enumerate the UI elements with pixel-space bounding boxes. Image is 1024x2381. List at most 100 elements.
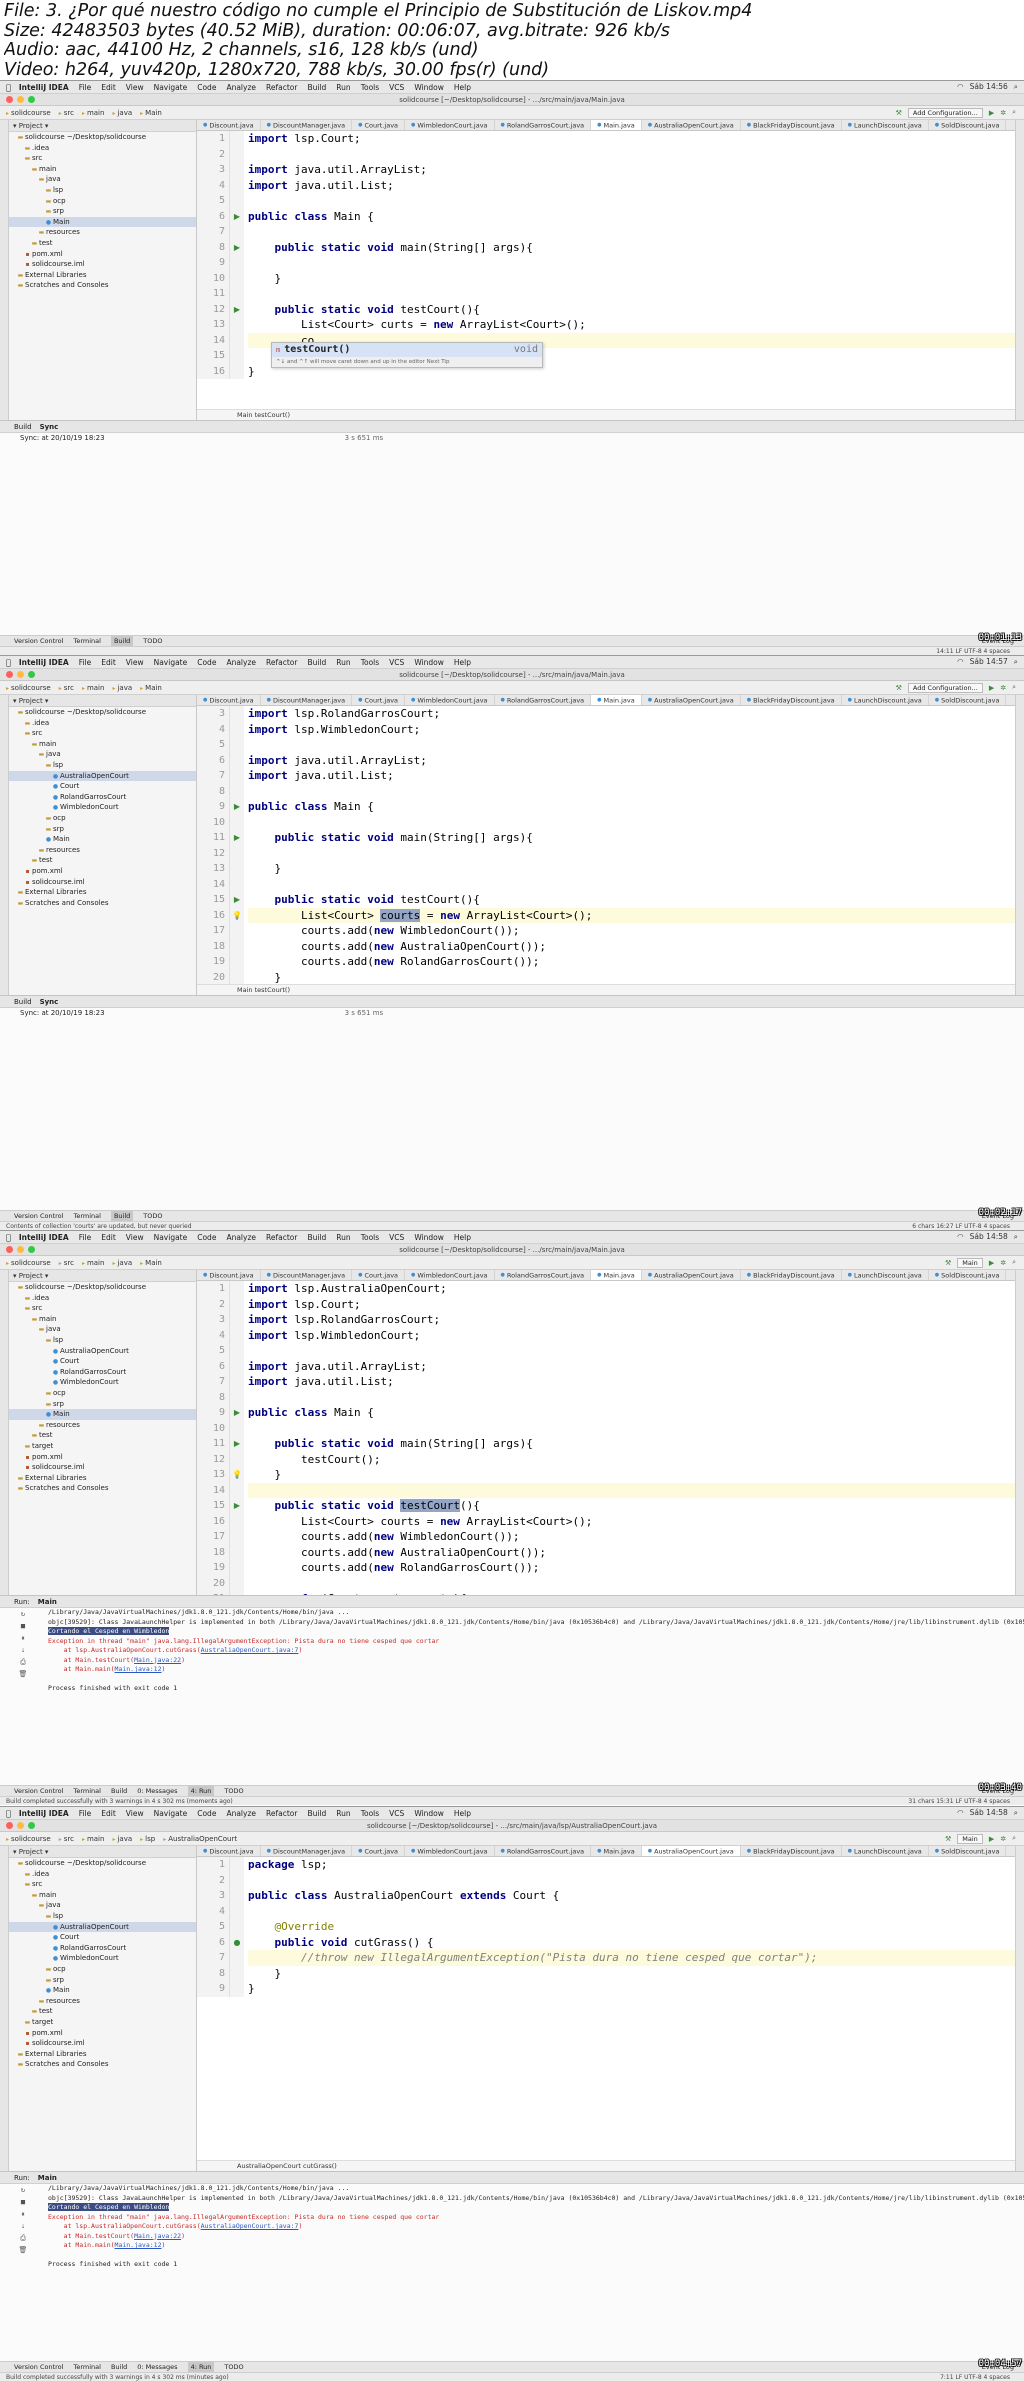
menu-item[interactable]: Run [336,1233,350,1242]
tool-window-button[interactable]: Version Control [14,1211,63,1221]
bottom-panel-tab[interactable]: Sync [40,421,59,432]
menu-item[interactable]: Build [307,658,326,667]
app-menu[interactable]: IntelliJ IDEA [19,1233,69,1242]
menu-item[interactable]: Tools [361,1809,379,1818]
project-tree-item[interactable]: ▬ srp [9,824,196,835]
editor-tab[interactable]: LaunchDiscount.java [842,1846,929,1856]
editor-tab[interactable]: Main.java [591,120,642,130]
nav-breadcrumb[interactable]: src [59,684,74,692]
project-tree-item[interactable]: ● WimbledonCourt [9,1377,196,1388]
tool-window-button[interactable]: TODO [224,2362,243,2372]
editor-tab[interactable]: AustraliaOpenCourt.java [641,1846,741,1856]
bottom-panel-tab[interactable]: Main [38,1596,57,1607]
console-line[interactable]: /Library/Java/JavaVirtualMachines/jdk1.8… [48,1608,1024,1618]
menu-item[interactable]: Code [197,658,216,667]
editor-tab[interactable]: WimbledonCourt.java [405,1846,495,1856]
project-tree-item[interactable]: ● AustraliaOpenCourt [9,770,196,782]
code-line[interactable] [248,846,1024,862]
code-line[interactable] [248,286,1024,302]
editor-tab[interactable]: AustraliaOpenCourt.java [642,1270,741,1280]
project-tree-item[interactable]: ▬ src [9,153,196,164]
code-editor[interactable]: 1 2 3 4 5 6 7 8 9 ● package lsp; public class Austr… [197,1857,1024,1997]
print-icon[interactable]: ⎙ [9,1656,37,1668]
run-console[interactable]: ↻ ■ ⏸ ⇣ ⎙ 🗑 /Library/Java/JavaVirtualMachines/… [0,2184,1024,2270]
code-editor[interactable]: 123456789101112131415161718192021▶▶💡▶imp… [197,1281,1024,1595]
editor-breadcrumb[interactable]: Main testCourt() [197,984,1015,995]
editor-tab[interactable]: WimbledonCourt.java [405,695,495,705]
autocomplete-item[interactable]: m testCourt() void [272,343,542,357]
project-panel-title[interactable]: ▾ Project ▾ [13,697,48,705]
code-line[interactable] [248,1343,1024,1359]
project-tree-item[interactable]: ▪ solidcourse.iml [9,2038,196,2049]
console-line[interactable]: Cortando el Cesped en Wimbledon [48,2203,1024,2213]
project-tree-item[interactable]: ▬ srp [9,1975,196,1986]
project-tree-item[interactable]: ▬ Scratches and Consoles [9,2059,196,2070]
code-line[interactable]: import java.util.List; [248,768,1024,784]
project-tree-item[interactable]: ● WimbledonCourt [9,1953,196,1964]
nav-breadcrumb[interactable]: src [59,1835,74,1843]
console-line[interactable] [48,2251,1024,2261]
code-line[interactable] [248,877,1024,893]
menu-item[interactable]: Build [307,1233,326,1242]
editor-breadcrumb[interactable]: Main testCourt() [197,409,1015,420]
project-tree-item[interactable]: ▬ java [9,1324,196,1335]
code-line[interactable] [248,737,1024,753]
search-everywhere-icon[interactable]: ⌕ [1012,108,1016,117]
menu-item[interactable]: Help [454,83,471,92]
project-tree-item[interactable]: ▬ lsp [9,185,196,196]
run-gutter-icon[interactable]: ▶ [230,799,244,815]
code-line[interactable] [248,815,1024,831]
project-tree-item[interactable]: ▬ .idea [9,718,196,729]
editor-tab[interactable]: RolandGarrosCourt.java [495,1846,592,1856]
run-configuration-dropdown[interactable]: Main [957,1833,983,1844]
project-tree-item[interactable]: ▬ solidcourse ~/Desktop/solidcourse [9,132,196,143]
run-gutter-icon[interactable]: ▶ [230,1405,244,1421]
editor-tab[interactable]: AustraliaOpenCourt.java [642,695,741,705]
code-line[interactable]: List<Court> courts = new ArrayList<Court… [248,907,1024,923]
code-line[interactable]: import lsp.RolandGarrosCourt; [248,1312,1024,1328]
menu-item[interactable]: Code [197,1233,216,1242]
project-tree-item[interactable]: ● RolandGarrosCourt [9,1943,196,1954]
run-icon[interactable]: ▶ [989,1835,994,1843]
console-line[interactable]: Exception in thread "main" java.lang.Ill… [48,2213,1024,2223]
tool-window-button[interactable]: 4: Run [187,1786,215,1796]
code-editor[interactable]: 345678910111213141516171819202122▶▶▶💡imp… [197,706,1024,995]
nav-breadcrumb[interactable]: solidcourse [6,109,51,117]
code-line[interactable]: List<Court> curts = new ArrayList<Court>… [248,317,1024,333]
code-line[interactable]: import lsp.Court; [248,131,1024,147]
project-tree-item[interactable]: ▬ External Libraries [9,1473,196,1484]
project-tree-item[interactable]: ▪ solidcourse.iml [9,877,196,888]
menu-item[interactable]: Navigate [154,658,188,667]
tool-window-button[interactable]: 0: Messages [137,2362,177,2372]
code-line[interactable]: courts.add(new RolandGarrosCourt()); [248,954,1024,970]
menu-item[interactable]: File [79,1233,92,1242]
tool-window-button[interactable]: Terminal [73,2362,100,2372]
project-tree-item[interactable]: ▬ solidcourse ~/Desktop/solidcourse [9,707,196,718]
console-line[interactable]: Process finished with exit code 1 [48,2260,1024,2270]
code-line[interactable]: public static void testCourt(){ [248,302,1024,318]
editor-tab[interactable]: Main.java [591,1846,642,1856]
code-text[interactable]: package lsp; public class AustraliaOpenCo… [244,1857,1024,1997]
editor-tab[interactable]: AustraliaOpenCourt.java [642,120,741,130]
search-everywhere-icon[interactable]: ⌕ [1012,683,1016,692]
tool-window-button[interactable]: Terminal [73,1211,100,1221]
print-icon[interactable]: ⎙ [9,2232,37,2244]
project-tree-item[interactable]: ▬ srp [9,1399,196,1410]
clock[interactable]: Sáb 14:56 [970,82,1008,92]
run-configuration-dropdown[interactable]: Add Configuration... [907,682,983,693]
bottom-panel-tab[interactable]: Main [38,2172,57,2183]
bottom-panel-tab[interactable]: Run: [14,1596,30,1607]
bottom-panel-tab[interactable]: Build [14,421,32,432]
search-icon[interactable]: ⌕ [1014,1808,1018,1818]
menu-item[interactable]: Refactor [266,658,297,667]
search-icon[interactable]: ⌕ [1014,1232,1018,1242]
tool-window-button[interactable]: Version Control [14,2362,63,2372]
code-line[interactable]: import java.util.List; [248,1374,1024,1390]
project-tree-item[interactable]: ▬ test [9,1430,196,1441]
tool-window-button[interactable]: Build [111,1786,127,1796]
editor-tab[interactable]: RolandGarrosCourt.java [495,695,592,705]
menu-item[interactable]: Build [307,83,326,92]
project-tree-item[interactable]: ▬ resources [9,1996,196,2007]
menu-item[interactable]: VCS [389,83,404,92]
project-tree-item[interactable]: ▬ resources [9,845,196,856]
